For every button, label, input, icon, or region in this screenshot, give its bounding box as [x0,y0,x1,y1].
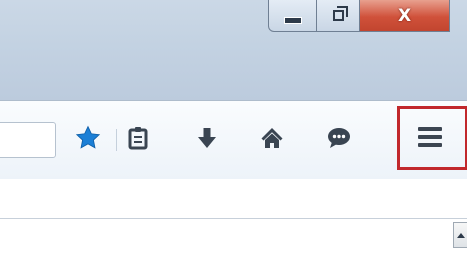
bookmarks-menu-button[interactable] [120,123,156,153]
maximize-button[interactable] [317,0,360,32]
toolbar-separator [116,129,117,151]
bookmark-star-button[interactable] [70,123,106,153]
window-titlebar: X [0,0,467,100]
clipboard-icon [128,127,148,150]
home-button[interactable] [254,123,290,153]
downloads-button[interactable] [189,123,225,153]
caption-buttons: X [268,0,450,34]
hamburger-menu-icon [418,127,442,151]
url-bar-input[interactable] [0,122,56,158]
home-icon [261,128,283,148]
star-icon [75,125,101,149]
minimize-button[interactable] [268,0,317,32]
restore-icon [332,6,348,21]
scrollbar-up-arrow[interactable] [453,222,467,248]
download-arrow-icon [198,128,216,148]
chevron-up-icon [456,232,465,238]
close-button[interactable]: X [360,0,450,32]
minimize-icon [283,17,302,24]
chat-button[interactable] [321,123,357,153]
page-content-area [0,219,467,253]
close-icon: X [397,5,412,26]
open-menu-button[interactable] [397,106,467,170]
chat-bubble-icon [328,128,350,148]
navigation-toolbar [0,100,467,179]
